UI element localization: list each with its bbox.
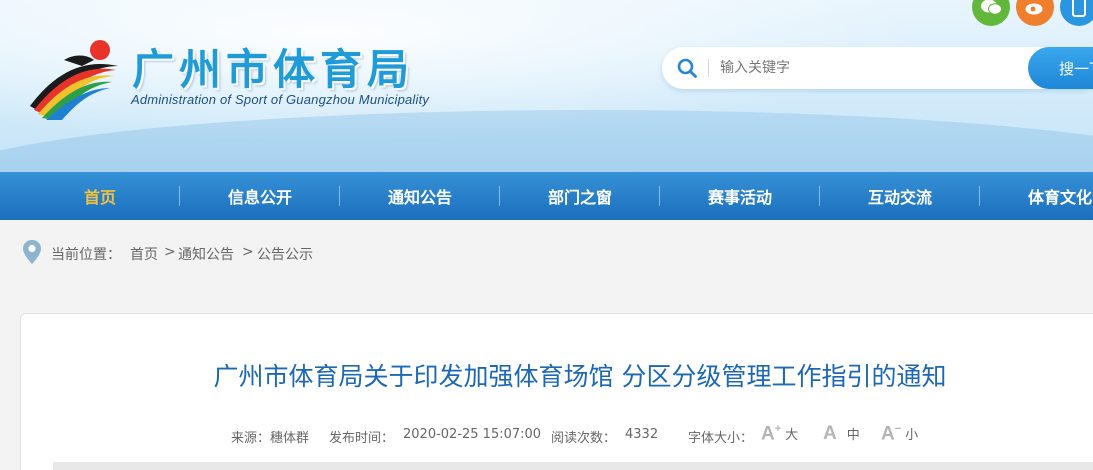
search-divider (708, 59, 709, 77)
font-size-medium-button[interactable]: A中 (823, 423, 860, 445)
font-large-mark: + (774, 423, 782, 435)
nav-item-interaction[interactable]: 互动交流 (820, 172, 980, 220)
article-content-bar (53, 462, 1093, 470)
article-title: 广州市体育局关于印发加强体育场馆 分区分级管理工作指引的通知 (213, 362, 947, 391)
font-small-glyph: A (881, 423, 895, 445)
publish-time-label: 发布时间： (329, 431, 395, 446)
main-nav: 首页 信息公开 通知公告 部门之窗 赛事活动 互动交流 体育文化 (0, 172, 1093, 220)
font-medium-glyph: A (823, 423, 837, 444)
nav-item-home[interactable]: 首页 (20, 172, 180, 220)
font-small-label: 小 (905, 428, 919, 444)
breadcrumb-home[interactable]: 首页 (130, 244, 158, 264)
breadcrumb-prefix: 当前位置： (51, 247, 121, 263)
search-input[interactable] (720, 55, 1020, 81)
source-label: 来源： (231, 431, 271, 446)
source-value: 穗体群 (270, 431, 310, 446)
font-large-label: 大 (785, 428, 799, 444)
font-medium-label: 中 (846, 428, 860, 443)
views-label: 阅读次数： (551, 431, 617, 446)
breadcrumb-separator: > (164, 244, 176, 260)
font-small-mark: − (894, 423, 902, 435)
font-size-small-button[interactable]: A− 小 (881, 423, 918, 445)
font-size-label: 字体大小： (688, 431, 754, 446)
search-icon[interactable] (676, 57, 698, 79)
search-button[interactable]: 搜一下 (1028, 47, 1093, 89)
views-value: 4332 (625, 427, 659, 442)
nav-item-notices[interactable]: 通知公告 (340, 172, 500, 220)
logo-icon[interactable] (24, 36, 124, 120)
font-large-glyph: A (761, 423, 775, 445)
nav-item-events[interactable]: 赛事活动 (660, 172, 820, 220)
location-pin-icon (23, 240, 41, 264)
breadcrumb-announcements[interactable]: 公告公示 (257, 244, 313, 264)
nav-item-info-disclosure[interactable]: 信息公开 (180, 172, 340, 220)
breadcrumb-notices[interactable]: 通知公告 (178, 244, 234, 264)
breadcrumb-separator: > (242, 244, 254, 260)
nav-item-departments[interactable]: 部门之窗 (500, 172, 660, 220)
site-header: 广州市体育局 Administration of Sport of Guangz… (0, 0, 1093, 172)
publish-time-value: 2020-02-25 15:07:00 (403, 427, 542, 442)
font-size-large-button[interactable]: A+ 大 (761, 423, 798, 445)
site-subtitle: Administration of Sport of Guangzhou Mun… (131, 92, 430, 107)
breadcrumb: 当前位置： 首页 > 通知公告 > 公告公示 (0, 220, 1093, 284)
nav-item-sports-culture[interactable]: 体育文化 (980, 172, 1093, 220)
site-title[interactable]: 广州市体育局 (132, 36, 414, 97)
